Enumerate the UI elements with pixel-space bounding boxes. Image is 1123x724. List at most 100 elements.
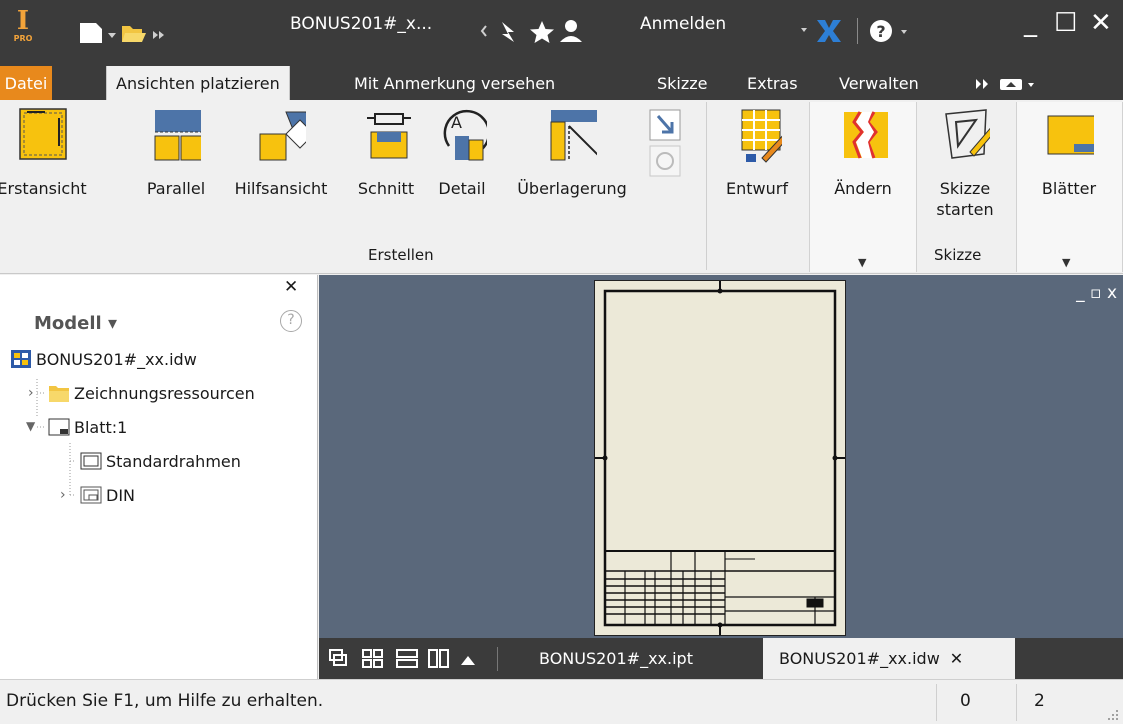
status-count-1: 0 bbox=[960, 691, 971, 711]
detail-view-button[interactable]: A Detail bbox=[428, 106, 496, 200]
sketch-panel-label: Skizze bbox=[934, 246, 982, 264]
ribbon-extras[interactable] bbox=[974, 75, 1044, 93]
minimize-button[interactable]: _ bbox=[1024, 8, 1037, 38]
ribbon: Erstansicht Parallel Hilfsansicht Schnit… bbox=[0, 100, 1123, 274]
tree-item-label: Standardrahmen bbox=[106, 451, 241, 471]
tab-manage[interactable]: Verwalten bbox=[830, 66, 928, 100]
more-tools-icon[interactable] bbox=[153, 31, 164, 39]
ribbon-display-dropdown-icon[interactable] bbox=[1028, 83, 1034, 87]
search-binoculars-icon[interactable] bbox=[502, 22, 514, 42]
ribbon-tabs: Datei Ansichten platzieren Mit Anmerkung… bbox=[0, 66, 1123, 100]
logo-edition: PRO bbox=[13, 34, 33, 43]
svg-text:A: A bbox=[451, 113, 462, 132]
tree-item-title-block[interactable]: DIN bbox=[80, 485, 135, 505]
close-button[interactable]: ✕ bbox=[1090, 8, 1112, 38]
document-title: BONUS201#_x... bbox=[290, 14, 433, 34]
overlay-view-icon bbox=[547, 106, 597, 164]
title-bar: I PRO BONUS201#_x... Anmelden ? _ ☐ ✕ bbox=[0, 0, 1123, 66]
titlebar-right-tools[interactable]: ? bbox=[795, 14, 965, 48]
window-arrange-tools[interactable] bbox=[327, 647, 517, 671]
tree-item-sheet[interactable]: Blatt:1 bbox=[48, 417, 127, 437]
frame-icon bbox=[80, 452, 102, 470]
modify-break-icon bbox=[838, 106, 888, 164]
maximize-button[interactable]: ☐ bbox=[1054, 8, 1077, 38]
auxiliary-view-icon bbox=[256, 106, 306, 164]
collapse-chevron-icon[interactable]: ▼ bbox=[26, 419, 35, 433]
help-dropdown-icon[interactable] bbox=[901, 30, 907, 34]
drawing-canvas[interactable]: _ ▫ x bbox=[319, 275, 1123, 638]
view-disabled-icon bbox=[649, 145, 681, 177]
tree-item-drawing[interactable]: BONUS201#_xx.idw bbox=[10, 349, 197, 369]
base-view-button[interactable]: Erstansicht bbox=[0, 106, 87, 200]
drawing-sheet[interactable] bbox=[594, 280, 846, 636]
status-bar: Drücken Sie F1, um Hilfe zu erhalten. 0 … bbox=[0, 679, 1123, 724]
modify-panel-dropdown-icon[interactable]: ▼ bbox=[858, 256, 866, 269]
open-folder-icon[interactable] bbox=[122, 26, 146, 42]
more-tabs-icon[interactable] bbox=[976, 79, 988, 89]
status-count-2: 2 bbox=[1034, 691, 1045, 711]
folder-icon bbox=[49, 386, 69, 402]
sheets-button[interactable]: Blätter bbox=[1026, 106, 1112, 200]
cascade-windows-icon[interactable] bbox=[329, 649, 347, 666]
base-view-label: Erstansicht bbox=[0, 179, 87, 198]
section-view-button[interactable]: Schnitt bbox=[350, 106, 422, 200]
signin-label[interactable]: Anmelden bbox=[640, 14, 726, 34]
titlebar-tools[interactable] bbox=[480, 16, 640, 46]
new-file-icon[interactable] bbox=[80, 23, 102, 43]
expand-chevron-icon[interactable]: › bbox=[60, 487, 66, 503]
favorites-star-icon[interactable] bbox=[530, 21, 554, 43]
help-icon[interactable]: ? bbox=[870, 20, 892, 42]
sheet-drawing-frame bbox=[595, 281, 845, 635]
projected-view-icon bbox=[151, 106, 201, 164]
detail-view-icon: A bbox=[437, 106, 487, 164]
tile-horizontal-icon[interactable] bbox=[396, 649, 418, 668]
quick-access-toolbar[interactable] bbox=[78, 20, 168, 46]
panel-separator bbox=[706, 102, 707, 270]
tab-place-views[interactable]: Ansichten platzieren bbox=[106, 66, 290, 100]
sheets-label: Blätter bbox=[1041, 179, 1097, 198]
logo-letter: I bbox=[16, 6, 30, 36]
canvas-window-buttons[interactable]: _ ▫ x bbox=[1076, 283, 1117, 303]
expand-chevron-icon[interactable]: › bbox=[28, 385, 34, 401]
overlay-view-button[interactable]: Überlagerung bbox=[502, 106, 642, 200]
draft-view-icon bbox=[732, 106, 782, 164]
sheets-panel-dropdown-icon[interactable]: ▼ bbox=[1062, 256, 1070, 269]
draft-view-button[interactable]: Entwurf bbox=[714, 106, 800, 200]
tab-sketch[interactable]: Skizze bbox=[648, 66, 717, 100]
tree-item-resources[interactable]: Zeichnungsressourcen bbox=[48, 383, 255, 403]
user-icon[interactable] bbox=[560, 20, 582, 42]
collapse-left-icon[interactable] bbox=[480, 25, 487, 37]
resize-grip-icon[interactable] bbox=[1106, 708, 1120, 722]
tab-tools[interactable]: Extras bbox=[738, 66, 807, 100]
tile-vertical-icon[interactable] bbox=[428, 649, 449, 668]
app-logo[interactable]: I PRO bbox=[8, 8, 38, 46]
browser-close-button[interactable]: ✕ bbox=[284, 277, 298, 297]
projected-view-button[interactable]: Parallel bbox=[140, 106, 212, 200]
svg-text:?: ? bbox=[876, 22, 885, 41]
create-panel-label: Erstellen bbox=[368, 246, 434, 264]
exchange-apps-icon[interactable] bbox=[817, 20, 841, 42]
new-dropdown-icon[interactable] bbox=[108, 33, 116, 38]
tab-file[interactable]: Datei bbox=[0, 66, 52, 100]
doc-tab-drawing[interactable]: BONUS201#_xx.idw ✕ bbox=[763, 638, 1015, 679]
auxiliary-view-label: Hilfsansicht bbox=[234, 179, 328, 198]
signin-dropdown-icon[interactable] bbox=[801, 28, 807, 32]
start-sketch-label: Skizze starten bbox=[936, 179, 994, 219]
sheet-icon bbox=[48, 418, 70, 436]
doc-tab-part[interactable]: BONUS201#_xx.ipt bbox=[523, 638, 709, 679]
browser-help-button[interactable]: ? bbox=[280, 310, 302, 332]
tab-annotate[interactable]: Mit Anmerkung versehen bbox=[345, 66, 564, 100]
title-block bbox=[604, 550, 836, 626]
auxiliary-view-button[interactable]: Hilfsansicht bbox=[222, 106, 340, 200]
start-sketch-button[interactable]: Skizze starten bbox=[922, 106, 1008, 220]
title-block-icon bbox=[80, 486, 102, 504]
tree-item-frame[interactable]: Standardrahmen bbox=[80, 451, 241, 471]
small-view-buttons[interactable] bbox=[648, 108, 688, 184]
break-alignment-icon[interactable] bbox=[649, 109, 681, 141]
close-tab-icon[interactable]: ✕ bbox=[950, 649, 963, 668]
modify-button[interactable]: Ändern bbox=[821, 106, 905, 200]
open-documents-menu-icon[interactable] bbox=[461, 656, 475, 665]
ribbon-display-icon[interactable] bbox=[1000, 79, 1022, 90]
titlebar-separator bbox=[857, 18, 858, 44]
tile-windows-icon[interactable] bbox=[362, 649, 383, 668]
